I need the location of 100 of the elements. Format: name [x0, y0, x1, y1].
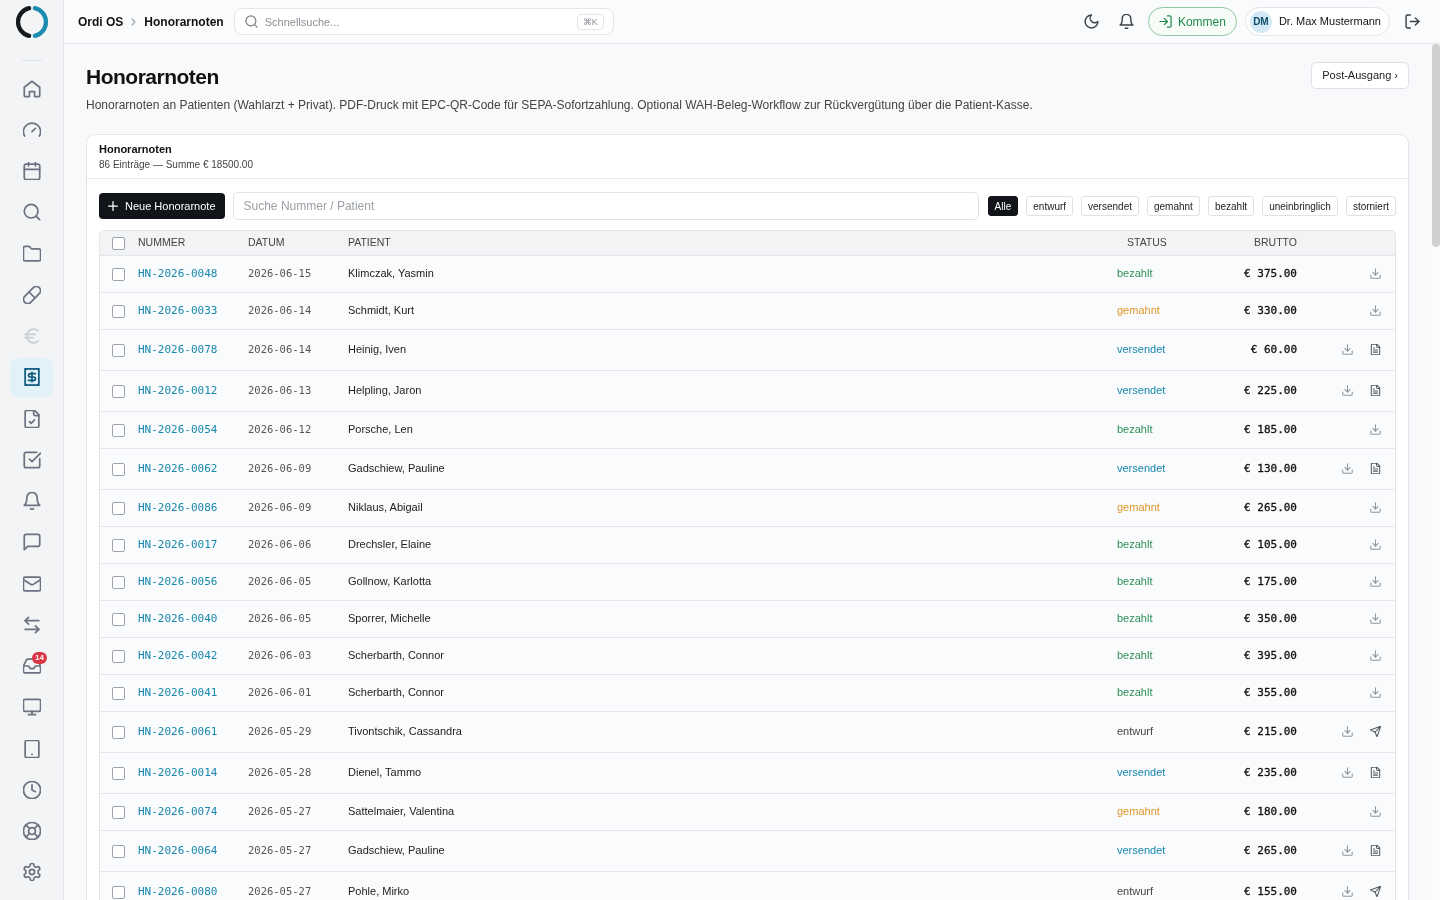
initials-avatar: DM: [1249, 10, 1272, 33]
status-text: entwurf: [1117, 885, 1154, 898]
outbox-button[interactable]: Post-Ausgang ›: [1311, 62, 1409, 89]
filter-chip[interactable]: uneinbringlich: [1262, 196, 1338, 216]
bell-icon[interactable]: [1118, 14, 1134, 29]
search-icon: [22, 203, 41, 222]
document-icon[interactable]: [1369, 463, 1381, 474]
status-text: gemahnt: [1117, 501, 1160, 514]
checkbox[interactable]: [112, 343, 125, 357]
checkbox[interactable]: [112, 501, 125, 515]
table-cell: € 155.00: [1244, 884, 1297, 898]
download-icon[interactable]: [1369, 806, 1381, 817]
column-header: DATUM: [248, 235, 285, 248]
search-field[interactable]: Suche Nummer / Patient: [232, 192, 979, 220]
download-icon[interactable]: [1369, 613, 1381, 624]
checkbox[interactable]: [112, 462, 125, 476]
table-cell: Scherbarth, Connor: [348, 686, 444, 699]
checkbox[interactable]: [112, 725, 125, 739]
download-icon[interactable]: [1341, 463, 1353, 474]
checkbox[interactable]: [112, 766, 125, 780]
sidebar-item[interactable]: [10, 357, 53, 397]
ring-logo-icon[interactable]: [14, 5, 49, 39]
filter-chip[interactable]: gemahnt: [1147, 196, 1200, 216]
download-icon[interactable]: [1341, 845, 1353, 856]
checkbox[interactable]: [112, 538, 125, 552]
sidebar-item[interactable]: 14: [10, 646, 53, 686]
new-invoice-button[interactable]: Neue Honorarnote: [99, 193, 225, 219]
checkbox[interactable]: [112, 686, 125, 700]
download-icon[interactable]: [1369, 576, 1381, 587]
table-cell: € 130.00: [1244, 461, 1297, 475]
dollar-receipt-icon: [22, 368, 41, 387]
checkbox[interactable]: [112, 267, 125, 281]
clock-icon: [22, 780, 41, 799]
table-cell: Scherbarth, Connor: [348, 649, 444, 662]
sign-in-icon: [1158, 15, 1172, 28]
status-text: bezahlt: [1117, 267, 1153, 280]
column-header: BRUTTO: [1254, 235, 1297, 248]
table-cell: 2026-06-06: [248, 538, 312, 551]
table-cell: 2026-05-27: [248, 805, 312, 818]
status-text: versendet: [1117, 343, 1166, 356]
filter-chip[interactable]: bezahlt: [1207, 196, 1255, 216]
table-cell: € 175.00: [1244, 574, 1297, 588]
checkbox[interactable]: [112, 304, 125, 318]
table-cell: 2026-06-03: [248, 649, 312, 662]
checkbox[interactable]: [112, 236, 125, 250]
status-text: bezahlt: [1117, 538, 1153, 551]
clock-in-button[interactable]: Kommen: [1147, 7, 1237, 36]
status-text: versendet: [1117, 384, 1166, 397]
euro-icon: [22, 327, 41, 346]
bell-icon: [22, 492, 41, 511]
status-text: versendet: [1117, 766, 1166, 779]
moon-icon[interactable]: [1083, 14, 1099, 29]
filter-chip[interactable]: versendet: [1081, 196, 1139, 216]
filter-chip[interactable]: Alle: [987, 196, 1019, 216]
count-badge: 14: [32, 651, 47, 664]
checkbox[interactable]: [112, 844, 125, 858]
checkbox[interactable]: [112, 885, 125, 899]
checkbox[interactable]: [112, 384, 125, 398]
user-name: Dr. Max Mustermann: [1278, 14, 1381, 30]
logout-icon[interactable]: [1405, 14, 1420, 29]
table-cell: € 225.00: [1244, 383, 1297, 397]
download-icon[interactable]: [1369, 650, 1381, 661]
download-icon[interactable]: [1369, 268, 1381, 279]
filter-chip[interactable]: storniert: [1345, 196, 1396, 216]
download-icon[interactable]: [1341, 886, 1353, 897]
document-icon[interactable]: [1369, 344, 1381, 355]
table-cell: 2026-05-28: [248, 766, 312, 779]
download-icon[interactable]: [1341, 385, 1353, 396]
download-icon[interactable]: [1369, 424, 1381, 435]
breadcrumb-link[interactable]: Ordi OS: [78, 12, 124, 31]
download-icon[interactable]: [1369, 687, 1381, 698]
download-icon[interactable]: [1341, 344, 1353, 355]
plus-icon: [108, 201, 118, 211]
download-icon[interactable]: [1341, 726, 1353, 737]
filter-chip[interactable]: entwurf: [1026, 196, 1074, 216]
column-header: STATUS: [1127, 235, 1167, 248]
download-icon[interactable]: [1341, 767, 1353, 778]
download-icon[interactable]: [1369, 539, 1381, 550]
table-cell: Klimczak, Yasmin: [348, 267, 434, 280]
checkbox[interactable]: [112, 649, 125, 663]
download-icon[interactable]: [1369, 502, 1381, 513]
document-icon[interactable]: [1369, 385, 1381, 396]
status-text: gemahnt: [1117, 805, 1160, 818]
document-icon[interactable]: [1369, 845, 1381, 856]
document-icon[interactable]: [1369, 767, 1381, 778]
download-icon[interactable]: [1369, 305, 1381, 316]
status-text: entwurf: [1117, 725, 1154, 738]
scrollbar-thumb[interactable]: [1432, 44, 1440, 247]
checkbox[interactable]: [112, 423, 125, 437]
send-icon[interactable]: [1369, 886, 1381, 897]
user-menu-button[interactable]: DM Dr. Max Mustermann: [1244, 7, 1390, 36]
page-title: Honorarnoten: [86, 64, 220, 90]
table-cell: € 215.00: [1244, 724, 1297, 738]
checkbox[interactable]: [112, 612, 125, 626]
send-icon[interactable]: [1369, 726, 1381, 737]
checkbox[interactable]: [112, 805, 125, 819]
status-text: bezahlt: [1117, 612, 1153, 625]
table-cell: € 60.00: [1250, 342, 1297, 356]
column-header: NUMMER: [138, 235, 186, 248]
checkbox[interactable]: [112, 575, 125, 589]
